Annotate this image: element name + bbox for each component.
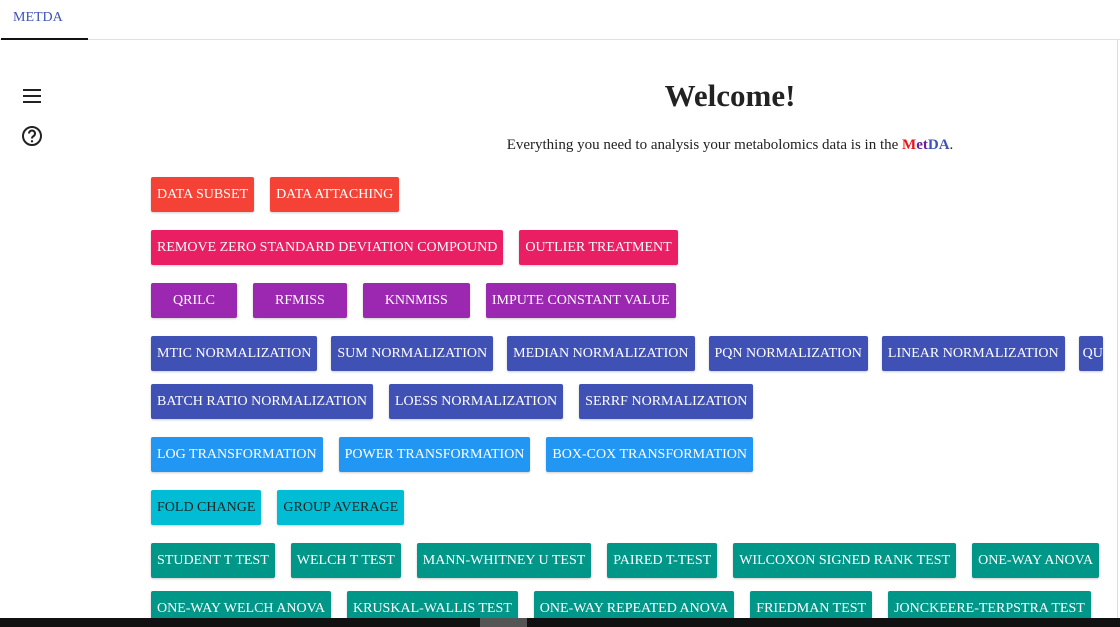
- analysis-button-data-attaching[interactable]: DATA ATTACHING: [270, 177, 400, 212]
- button-row: STUDENT T TEST WELCH T TEST MANN-WHITNEY U…: [151, 543, 1100, 578]
- analysis-button-student-t-test[interactable]: STUDENT T TEST: [151, 543, 275, 578]
- brand-logo: MetDA: [902, 137, 950, 153]
- analysis-button-one-way-anova[interactable]: ONE-WAY ANOVA: [972, 543, 1100, 578]
- analysis-button-power-transformation[interactable]: POWER TRANSFORMATION: [338, 437, 531, 472]
- button-row: FOLD CHANGE GROUP AVERAGE: [151, 490, 405, 525]
- analysis-button-pqn-normalization[interactable]: PQN NORMALIZATION: [708, 336, 868, 371]
- analysis-button-mann-whitney-u-test[interactable]: MANN-WHITNEY U TEST: [416, 543, 592, 578]
- analysis-button-welch-t-test[interactable]: WELCH T TEST: [290, 543, 401, 578]
- button-row: LOG TRANSFORMATION POWER TRANSFORMATION BO…: [151, 437, 754, 472]
- page-title: Welcome!: [664, 78, 796, 113]
- horizontal-scrollbar[interactable]: [0, 618, 1120, 627]
- tagline: Everything you need to analysis your met…: [340, 137, 1120, 154]
- analysis-button-sum-normalization[interactable]: SUM NORMALIZATION: [331, 336, 494, 371]
- help-icon[interactable]: [21, 125, 43, 147]
- brand-et: et: [916, 137, 928, 153]
- analysis-button-batch-ratio-normalization[interactable]: BATCH RATIO NORMALIZATION: [151, 384, 373, 419]
- divider: [1117, 40, 1118, 618]
- analysis-button-log-transformation[interactable]: LOG TRANSFORMATION: [151, 437, 323, 472]
- analysis-button-serrf-normalization[interactable]: SERRF NORMALIZATION: [579, 384, 754, 419]
- analysis-button-linear-normalization[interactable]: LINEAR NORMALIZATION: [881, 336, 1065, 371]
- analysis-button-paired-t-test[interactable]: PAIRED T-TEST: [607, 543, 718, 578]
- analysis-button-outlier-treatment[interactable]: OUTLIER TREATMENT: [519, 230, 678, 265]
- top-tab-bar: METDA: [0, 0, 1120, 40]
- tagline-period: .: [949, 137, 954, 153]
- analysis-button-remove-zero-standard-deviation-compound[interactable]: REMOVE ZERO STANDARD DEVIATION COMPOUND: [151, 230, 504, 265]
- analysis-button-knnmiss[interactable]: KNNMISS: [362, 283, 470, 318]
- button-row: REMOVE ZERO STANDARD DEVIATION COMPOUND O…: [151, 230, 678, 265]
- analysis-button-impute-constant-value[interactable]: IMPUTE CONSTANT VALUE: [485, 283, 676, 318]
- button-row: BATCH RATIO NORMALIZATION LOESS NORMALIZA…: [151, 384, 754, 419]
- analysis-button-group-average[interactable]: GROUP AVERAGE: [277, 490, 405, 525]
- button-row: DATA SUBSET DATA ATTACHING: [151, 177, 400, 212]
- analysis-button-wilcoxon-signed-rank-test[interactable]: WILCOXON SIGNED RANK TEST: [733, 543, 957, 578]
- analysis-button-qu[interactable]: QU: [1078, 336, 1103, 371]
- analysis-button-fold-change[interactable]: FOLD CHANGE: [151, 490, 262, 525]
- brand-m: M: [902, 137, 917, 153]
- analysis-button-mtic-normalization[interactable]: MTIC NORMALIZATION: [151, 336, 318, 371]
- analysis-button-box-cox-transformation[interactable]: BOX-COX TRANSFORMATION: [546, 437, 754, 472]
- tab-metda[interactable]: METDA: [1, 0, 88, 40]
- button-row: MTIC NORMALIZATION SUM NORMALIZATION MEDIA…: [151, 336, 1103, 371]
- menu-icon[interactable]: [21, 85, 43, 107]
- brand-da: DA: [927, 137, 950, 153]
- button-row: QRILC RFMISS KNNMISS IMPUTE CONSTANT VALUE: [151, 283, 676, 318]
- analysis-button-data-subset[interactable]: DATA SUBSET: [151, 177, 255, 212]
- analysis-button-rfmiss[interactable]: RFMISS: [253, 283, 347, 318]
- analysis-button-qrilc[interactable]: QRILC: [151, 283, 237, 318]
- scrollbar-thumb[interactable]: [480, 618, 527, 627]
- analysis-button-median-normalization[interactable]: MEDIAN NORMALIZATION: [507, 336, 695, 371]
- tagline-text: Everything you need to analysis your met…: [506, 137, 903, 153]
- analysis-button-loess-normalization[interactable]: LOESS NORMALIZATION: [389, 384, 564, 419]
